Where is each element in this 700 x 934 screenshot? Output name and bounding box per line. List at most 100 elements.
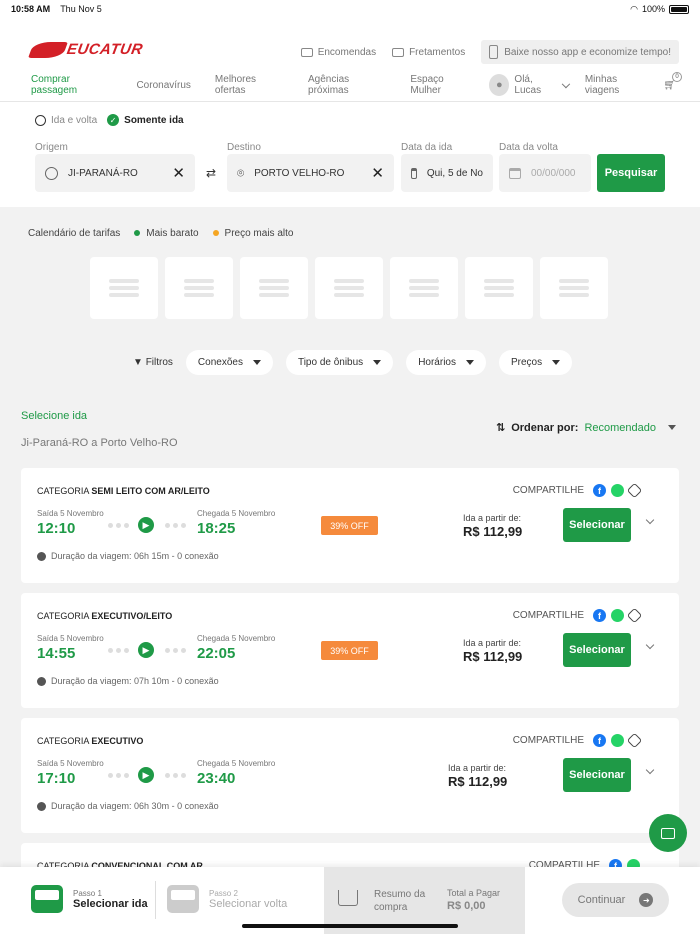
filter-tipo-onibus[interactable]: Tipo de ônibus bbox=[285, 350, 394, 375]
return-date-placeholder: 00/00/000 bbox=[531, 167, 576, 179]
trip-card: CATEGORIA EXECUTIVO COMPARTILHE f Saída … bbox=[21, 718, 679, 833]
step-1[interactable]: Passo 1 Selecionar ida bbox=[31, 885, 148, 913]
legend-cheapest: Mais barato bbox=[134, 228, 199, 239]
whatsapp-icon[interactable] bbox=[611, 609, 624, 622]
expand-chevron-icon[interactable] bbox=[645, 515, 655, 525]
price-value: R$ 112,99 bbox=[463, 649, 523, 664]
expand-chevron-icon[interactable] bbox=[645, 640, 655, 650]
nav-comprar-passagem[interactable]: Comprar passagem bbox=[31, 74, 112, 96]
facebook-icon[interactable]: f bbox=[593, 734, 606, 747]
fare-day-placeholder[interactable] bbox=[315, 257, 383, 319]
depart-date-field[interactable]: Qui, 5 de No bbox=[401, 154, 493, 192]
download-app-link[interactable]: Baixe nosso app e economize tempo! bbox=[481, 40, 679, 64]
truck-icon bbox=[300, 47, 313, 57]
funnel-icon: ▼ bbox=[133, 357, 143, 368]
status-date: Thu Nov 5 bbox=[60, 4, 102, 14]
user-menu[interactable]: ● Olá, Lucas bbox=[489, 74, 571, 96]
stopwatch-icon bbox=[37, 676, 46, 686]
search-button[interactable]: Pesquisar bbox=[597, 154, 665, 192]
battery-percent: 100% bbox=[641, 4, 665, 14]
cart-count-badge: 0 bbox=[672, 71, 682, 82]
departure-time: 14:55 bbox=[37, 645, 76, 662]
route-subtitle: Ji-Paraná-RO a Porto Velho-RO bbox=[21, 437, 178, 449]
my-trips-link[interactable]: Minhas viagens bbox=[585, 74, 649, 96]
chevron-down-icon bbox=[561, 79, 571, 88]
search-panel: Ida e volta ✓ Somente ida Origem JI-PARA… bbox=[0, 102, 700, 207]
nav-agencias-proximas[interactable]: Agências próximas bbox=[308, 74, 386, 96]
origin-field[interactable]: JI-PARANÁ-RO ✕ bbox=[35, 154, 195, 192]
select-outbound-title: Selecione ida bbox=[21, 410, 88, 422]
facebook-icon[interactable]: f bbox=[593, 484, 606, 497]
filter-horarios[interactable]: Horários bbox=[406, 350, 486, 375]
expand-chevron-icon[interactable] bbox=[645, 765, 655, 775]
logo-swoosh-icon bbox=[28, 41, 68, 58]
arrival-time: 18:25 bbox=[197, 520, 236, 537]
facebook-icon[interactable]: f bbox=[593, 609, 606, 622]
cart-button[interactable]: 🛒︎ 0 bbox=[663, 71, 682, 91]
one-way-radio[interactable]: ✓ Somente ida bbox=[107, 114, 184, 126]
filter-precos[interactable]: Preços bbox=[498, 350, 573, 375]
trip-card: CATEGORIA EXECUTIVO/LEITO COMPARTILHE f … bbox=[21, 593, 679, 708]
fare-day-placeholder[interactable] bbox=[540, 257, 608, 319]
location-pin-icon: ⌾ bbox=[237, 165, 245, 180]
depart-date-label: Data da ida bbox=[401, 142, 453, 153]
continue-button[interactable]: Continuar ➜ bbox=[562, 883, 669, 917]
link-icon[interactable] bbox=[626, 482, 643, 499]
step-divider bbox=[155, 881, 156, 919]
fare-day-placeholder[interactable] bbox=[165, 257, 233, 319]
nav-coronavirus[interactable]: Coronavírus bbox=[136, 80, 190, 91]
fretamentos-link[interactable]: Fretamentos bbox=[392, 47, 465, 58]
link-icon[interactable] bbox=[626, 607, 643, 624]
avatar: ● bbox=[489, 74, 510, 96]
status-time: 10:58 AM bbox=[11, 4, 51, 14]
fare-calendar-legend: Calendário de tarifas Mais barato Preço … bbox=[28, 228, 293, 239]
fare-day-placeholder[interactable] bbox=[240, 257, 308, 319]
return-date-field[interactable]: 00/00/000 bbox=[499, 154, 591, 192]
filter-conexoes[interactable]: Conexões bbox=[185, 350, 273, 375]
clear-destination-icon[interactable]: ✕ bbox=[371, 164, 384, 182]
continue-label: Continuar bbox=[577, 894, 626, 906]
summary-label: Resumo da compra bbox=[374, 889, 426, 913]
round-trip-radio[interactable]: Ida e volta bbox=[35, 114, 97, 126]
caret-down-icon bbox=[668, 425, 676, 430]
encomendas-link[interactable]: Encomendas bbox=[300, 47, 376, 58]
select-trip-button[interactable]: Selecionar bbox=[563, 633, 631, 667]
clear-origin-icon[interactable]: ✕ bbox=[172, 164, 185, 182]
arrival-label: Chegada 5 Novembro bbox=[197, 509, 276, 518]
sort-dropdown[interactable]: ⇅ Ordenar por: Recomendado bbox=[496, 421, 676, 434]
step-2-label: Passo 2 bbox=[209, 888, 238, 898]
location-arrow-icon bbox=[45, 166, 58, 180]
cart-icon bbox=[338, 890, 358, 906]
fare-day-placeholder[interactable] bbox=[465, 257, 533, 319]
select-trip-button[interactable]: Selecionar bbox=[563, 758, 631, 792]
swap-button[interactable]: ⇄ bbox=[202, 160, 220, 186]
trip-card: CATEGORIA SEMI LEITO COM AR/LEITO COMPAR… bbox=[21, 468, 679, 583]
swap-icon: ⇄ bbox=[205, 166, 217, 180]
main-nav: Comprar passagem Coronavírus Melhores of… bbox=[31, 71, 682, 96]
nav-melhores-ofertas[interactable]: Melhores ofertas bbox=[215, 74, 284, 96]
whatsapp-icon[interactable] bbox=[611, 484, 624, 497]
check-icon: ✓ bbox=[107, 114, 120, 126]
caret-down-icon bbox=[373, 360, 382, 365]
step-2[interactable]: Passo 2 Selecionar volta bbox=[167, 885, 287, 913]
nav-espaco-mulher[interactable]: Espaço Mulher bbox=[410, 74, 472, 96]
chat-button[interactable] bbox=[649, 814, 687, 852]
sort-icon: ⇅ bbox=[495, 422, 506, 434]
link-icon[interactable] bbox=[626, 732, 643, 749]
price-from-label: Ida a partir de: bbox=[463, 513, 522, 523]
eucatur-logo[interactable]: EUCATUR bbox=[28, 41, 144, 58]
stopwatch-icon bbox=[37, 801, 46, 811]
departure-time: 17:10 bbox=[37, 770, 76, 787]
fare-day-placeholder[interactable] bbox=[90, 257, 158, 319]
fretamentos-label: Fretamentos bbox=[409, 46, 466, 58]
filters-label[interactable]: ▼ Filtros bbox=[133, 357, 173, 368]
battery-icon bbox=[669, 4, 689, 14]
trip-duration: Duração da viagem: 06h 30m - 0 conexão bbox=[37, 801, 219, 811]
fare-day-placeholder[interactable] bbox=[390, 257, 458, 319]
destination-field[interactable]: ⌾ PORTO VELHO-RO ✕ bbox=[227, 154, 394, 192]
price-from-label: Ida a partir de: bbox=[448, 763, 507, 773]
select-trip-button[interactable]: Selecionar bbox=[563, 508, 631, 542]
user-greeting: Olá, Lucas bbox=[514, 74, 542, 96]
whatsapp-icon[interactable] bbox=[611, 734, 624, 747]
bus-icon bbox=[167, 885, 199, 913]
